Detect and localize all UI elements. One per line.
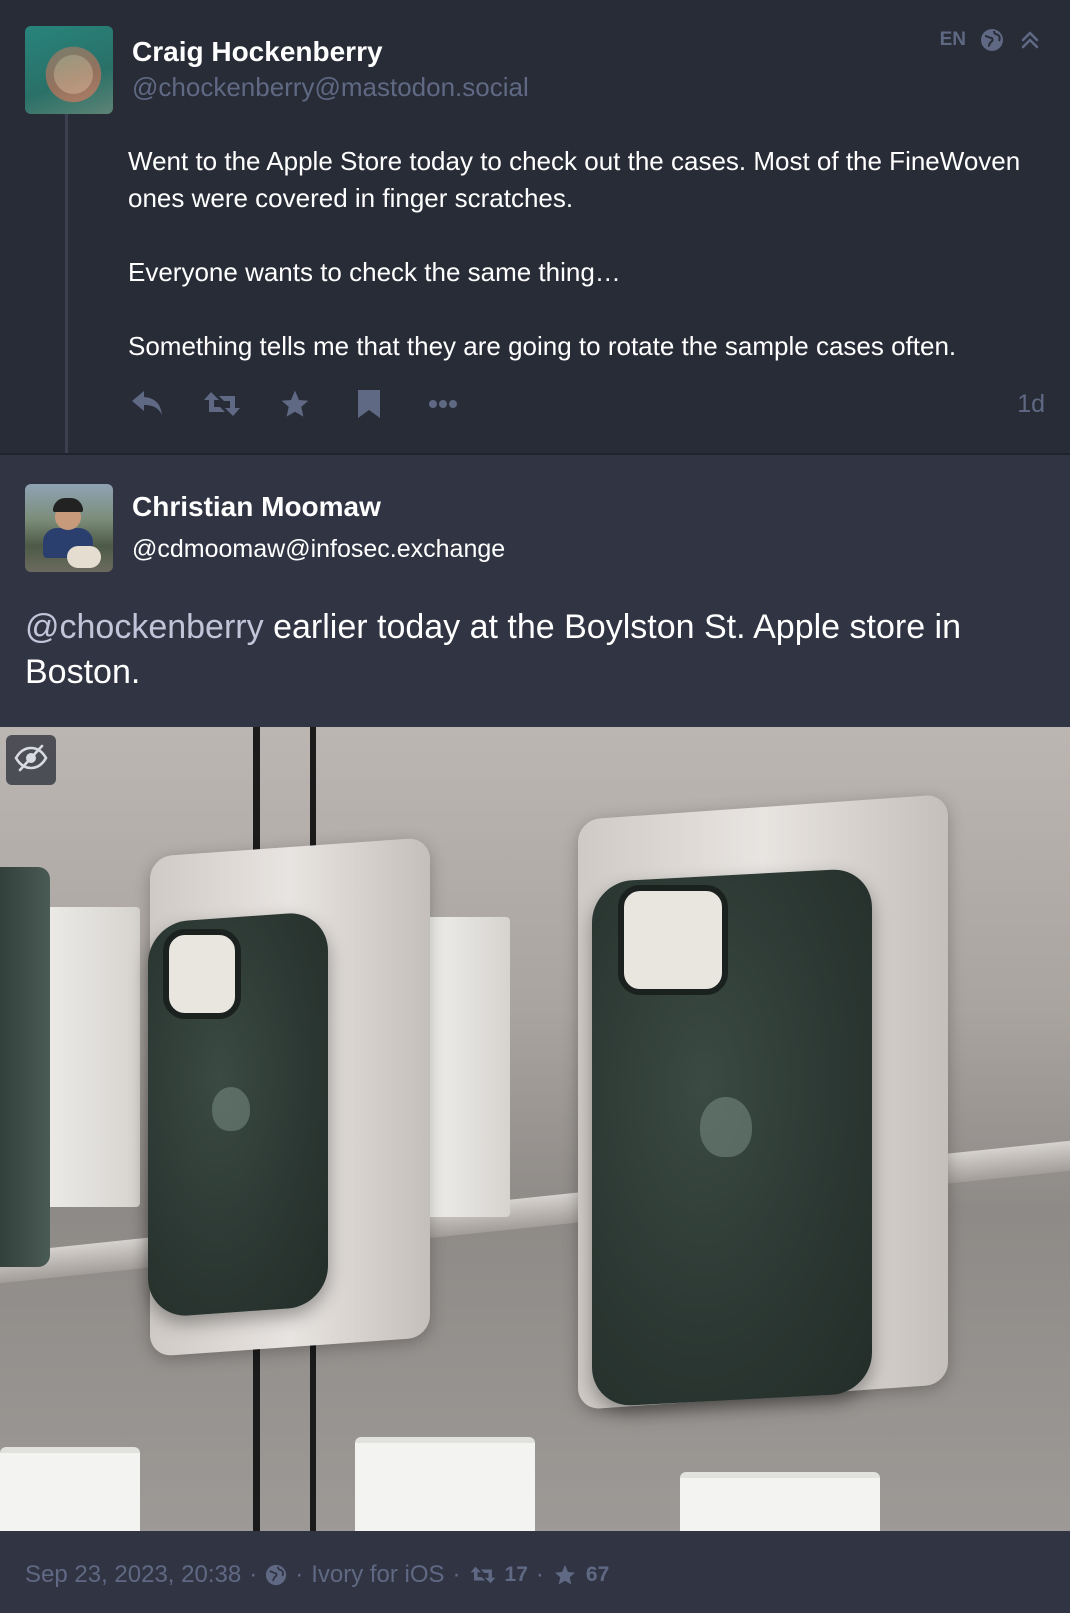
relative-timestamp[interactable]: 1d [1017, 390, 1045, 419]
globe-icon [265, 1564, 287, 1586]
media-attachment[interactable] [0, 727, 1070, 1531]
status-datetime[interactable]: Sep 23, 2023, 20:38 [25, 1561, 241, 1589]
post-paragraph: Something tells me that they are going t… [128, 331, 957, 361]
favourite-icon [552, 1563, 578, 1587]
author-handle[interactable]: @cdmoomaw@infosec.exchange [132, 535, 505, 564]
timeline: Craig Hockenberry @chockenberry@mastodon… [0, 0, 1070, 1613]
thread-connector-line [65, 112, 68, 455]
avatar[interactable] [25, 484, 113, 572]
post-content: Went to the Apple Store today to check o… [128, 143, 1038, 402]
more-button[interactable] [428, 384, 458, 424]
favourite-icon [278, 388, 312, 420]
boost-count[interactable]: 17 [469, 1563, 528, 1587]
post-paragraph: Went to the Apple Store today to check o… [128, 146, 1021, 213]
post-craig-hockenberry[interactable]: Craig Hockenberry @chockenberry@mastodon… [0, 0, 1070, 455]
bookmark-button[interactable] [356, 384, 382, 424]
boost-icon [469, 1564, 497, 1586]
author-handle[interactable]: @chockenberry@mastodon.social [132, 72, 529, 103]
author-name[interactable]: Craig Hockenberry [132, 36, 383, 68]
post-content: @chockenberry earlier today at the Boyls… [25, 605, 1045, 695]
action-bar: 1d [130, 384, 1045, 424]
favourite-button[interactable] [278, 384, 312, 424]
post-meta: EN [940, 28, 1042, 52]
reply-icon [130, 388, 166, 420]
chevron-double-up-icon[interactable] [1018, 28, 1042, 52]
boost-button[interactable] [202, 384, 242, 424]
avatar[interactable] [25, 26, 113, 114]
globe-icon [980, 28, 1004, 52]
boost-icon [202, 388, 242, 420]
author-name[interactable]: Christian Moomaw [132, 491, 381, 523]
mention-link[interactable]: @chockenberry [25, 608, 264, 646]
favourite-count[interactable]: 67 [552, 1563, 609, 1587]
language-badge: EN [939, 29, 966, 50]
reply-button[interactable] [130, 384, 166, 424]
hide-media-button[interactable] [6, 735, 56, 785]
favourite-count-value: 67 [585, 1563, 610, 1586]
boost-count-value: 17 [504, 1563, 528, 1586]
status-meta: Sep 23, 2023, 20:38 · · Ivory for iOS · … [25, 1561, 610, 1589]
post-paragraph: Everyone wants to check the same thing… [128, 257, 621, 287]
post-christian-moomaw: Christian Moomaw @cdmoomaw@infosec.excha… [0, 455, 1070, 1613]
bookmark-icon [356, 389, 382, 419]
application-link[interactable]: Ivory for iOS [311, 1561, 444, 1589]
eye-slash-icon [14, 744, 48, 777]
more-icon [428, 398, 458, 410]
